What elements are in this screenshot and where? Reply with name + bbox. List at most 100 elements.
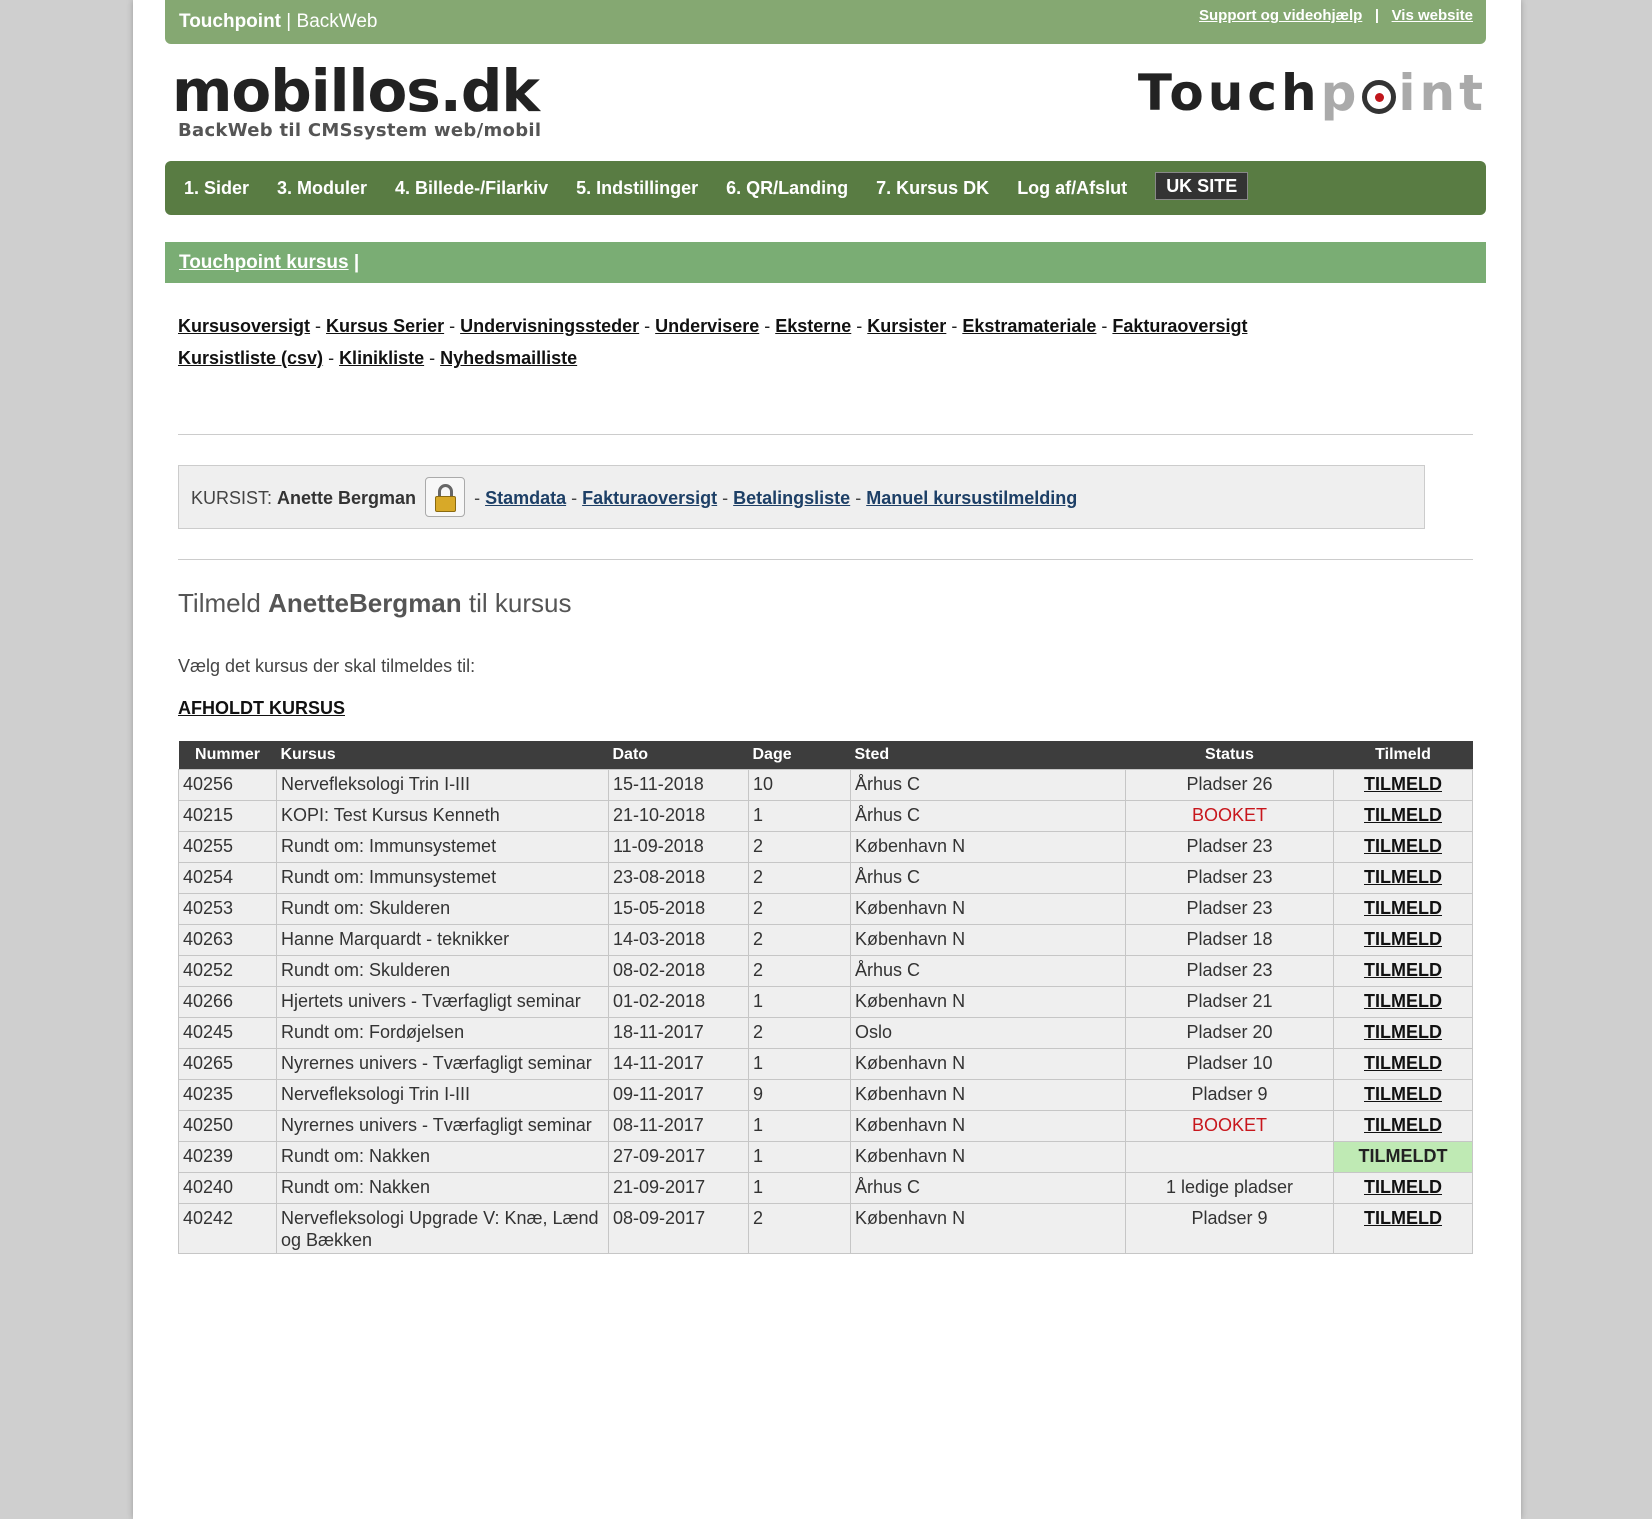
cell-dato: 23-08-2018 — [608, 861, 749, 894]
nav-kursus-dk[interactable]: 7. Kursus DK — [876, 161, 989, 215]
nav-qr-landing[interactable]: 6. QR/Landing — [726, 161, 848, 215]
cell-sted: Århus C — [850, 954, 1126, 987]
tilmeld-link[interactable]: TILMELD — [1364, 898, 1442, 918]
section-bar: Touchpoint kursus | — [165, 242, 1486, 283]
cell-dato: 21-10-2018 — [608, 799, 749, 832]
cell-dage: 1 — [748, 985, 851, 1018]
cell-dato: 27-09-2017 — [608, 1140, 749, 1173]
tilmeld-link[interactable]: TILMELD — [1364, 1177, 1442, 1197]
tilmeld-link[interactable]: TILMELD — [1364, 1084, 1442, 1104]
nav-log-af[interactable]: Log af/Afslut — [1017, 161, 1127, 215]
cell-sted: Århus C — [850, 799, 1126, 832]
cell-status: Pladser 18 — [1125, 923, 1334, 956]
top-bar: Touchpoint | BackWeb Support og videohjæ… — [165, 0, 1486, 44]
table-row: 40255 Rundt om: Immunsystemet 11-09-2018 2 K… — [178, 830, 1473, 863]
cell-status: Pladser 9 — [1125, 1202, 1334, 1254]
cell-dato: 18-11-2017 — [608, 1016, 749, 1049]
lock-icon[interactable] — [425, 477, 466, 518]
cell-status: BOOKET — [1125, 1109, 1334, 1142]
cell-tilmeld: TILMELD — [1333, 861, 1473, 894]
website-link[interactable]: Vis website — [1392, 7, 1473, 24]
nav-indstillinger[interactable]: 5. Indstillinger — [576, 161, 698, 215]
cell-status: Pladser 23 — [1125, 830, 1334, 863]
nav-uk-site[interactable]: UK SITE — [1155, 172, 1249, 200]
brand-bold: Touchpoint — [179, 11, 282, 32]
tilmeld-link[interactable]: TILMELD — [1364, 960, 1442, 980]
tilmeld-link[interactable]: TILMELD — [1364, 1115, 1442, 1135]
faktura-link[interactable]: Fakturaoversigt — [582, 488, 717, 508]
cell-nummer: 40235 — [178, 1078, 277, 1111]
cell-dato: 14-03-2018 — [608, 923, 749, 956]
cell-sted: Oslo — [850, 1016, 1126, 1049]
tilmeld-link[interactable]: TILMELD — [1364, 774, 1442, 794]
link-kursus-serier[interactable]: Kursus Serier — [326, 316, 444, 336]
cell-tilmeld: TILMELD — [1333, 830, 1473, 863]
cell-tilmeld: TILMELDT — [1333, 1140, 1473, 1173]
cell-sted: København N — [850, 1202, 1126, 1254]
table-row: 40266 Hjertets univers - Tværfagligt semi… — [178, 985, 1473, 1018]
tilmeld-link[interactable]: TILMELD — [1364, 836, 1442, 856]
sep: - — [469, 488, 486, 508]
tilmeld-link[interactable]: TILMELD — [1364, 991, 1442, 1011]
tilmeld-link[interactable]: TILMELD — [1364, 1053, 1442, 1073]
nav-filarkiv[interactable]: 4. Billede-/Filarkiv — [395, 161, 548, 215]
sep: - — [946, 316, 963, 336]
table-row: 40235 Nervefleksologi Trin I-III 09-11-201… — [178, 1078, 1473, 1111]
stamdata-link[interactable]: Stamdata — [485, 488, 566, 508]
sep: - — [1096, 316, 1113, 336]
cell-status: Pladser 23 — [1125, 892, 1334, 925]
tilmeld-link[interactable]: TILMELD — [1364, 1208, 1442, 1228]
support-link[interactable]: Support og videohjælp — [1199, 7, 1362, 24]
manuel-tilmelding-link[interactable]: Manuel kursustilmelding — [866, 488, 1077, 508]
main-nav: 1. Sider 3. Moduler 4. Billede-/Filarkiv 5.… — [165, 161, 1486, 215]
cell-dato: 08-09-2017 — [608, 1202, 749, 1254]
touchpoint-logo: Touchp int — [1138, 64, 1487, 122]
table-row: 40215 KOPI: Test Kursus Kenneth 21-10-2018… — [178, 799, 1473, 832]
link-nyhedsmailliste[interactable]: Nyhedsmailliste — [440, 348, 577, 368]
cell-nummer: 40263 — [178, 923, 277, 956]
table-row: 40256 Nervefleksologi Trin I-III 15-11-201… — [178, 768, 1473, 801]
cell-kursus: Rundt om: Immunsystemet — [276, 830, 609, 863]
col-nummer: Nummer — [178, 741, 277, 769]
col-kursus: Kursus — [276, 741, 609, 769]
cell-status: BOOKET — [1125, 799, 1334, 832]
page: Touchpoint | BackWeb Support og videohjæ… — [133, 0, 1521, 1519]
cell-nummer: 40256 — [178, 768, 277, 801]
link-undervisere[interactable]: Undervisere — [655, 316, 759, 336]
top-links-sep: | — [1370, 7, 1384, 24]
cell-nummer: 40250 — [178, 1109, 277, 1142]
cell-nummer: 40266 — [178, 985, 277, 1018]
title-name: AnetteBergman — [268, 588, 462, 618]
link-eksterne[interactable]: Eksterne — [775, 316, 851, 336]
tilmeld-link[interactable]: TILMELD — [1364, 929, 1442, 949]
sep: - — [424, 348, 441, 368]
tilmeld-link[interactable]: TILMELD — [1364, 867, 1442, 887]
link-kursusoversigt[interactable]: Kursusoversigt — [178, 316, 310, 336]
link-ekstramateriale[interactable]: Ekstramateriale — [962, 316, 1096, 336]
link-fakturaoversigt[interactable]: Fakturaoversigt — [1112, 316, 1247, 336]
cell-sted: København N — [850, 1140, 1126, 1173]
betalingsliste-link[interactable]: Betalingsliste — [733, 488, 850, 508]
page-title: Tilmeld AnetteBergman til kursus — [178, 588, 571, 619]
tilmeld-link[interactable]: TILMELD — [1364, 1022, 1442, 1042]
cell-nummer: 40242 — [178, 1202, 277, 1254]
cell-nummer: 40254 — [178, 861, 277, 894]
nav-moduler[interactable]: 3. Moduler — [277, 161, 367, 215]
link-klinikliste[interactable]: Klinikliste — [339, 348, 424, 368]
cell-dato: 08-02-2018 — [608, 954, 749, 987]
link-undervisningssteder[interactable]: Undervisningssteder — [460, 316, 639, 336]
nav-sider[interactable]: 1. Sider — [184, 161, 249, 215]
cell-dage: 1 — [748, 1140, 851, 1173]
link-kursistliste-csv[interactable]: Kursistliste (csv) — [178, 348, 323, 368]
brand-rest: BackWeb — [296, 11, 378, 32]
cell-status — [1125, 1140, 1334, 1173]
table-row: 40240 Rundt om: Nakken 21-09-2017 1 Århus C1… — [178, 1171, 1473, 1204]
app-brand: Touchpoint | BackWeb — [179, 11, 377, 33]
touchpoint-kursus-link[interactable]: Touchpoint kursus — [179, 252, 349, 273]
link-kursister[interactable]: Kursister — [867, 316, 946, 336]
afholdt-kursus-link[interactable]: AFHOLDT KURSUS — [178, 698, 345, 719]
cell-sted: Århus C — [850, 1171, 1126, 1204]
brand-sep: | — [281, 11, 297, 32]
tilmeld-link[interactable]: TILMELD — [1364, 805, 1442, 825]
cell-status: Pladser 10 — [1125, 1047, 1334, 1080]
